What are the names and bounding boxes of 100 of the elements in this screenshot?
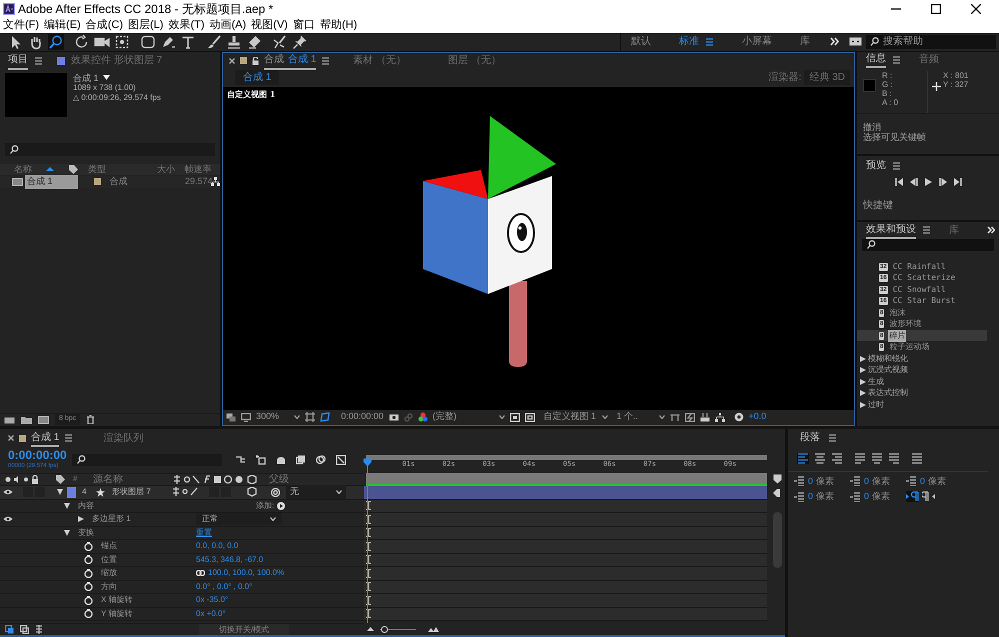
- help-search-field[interactable]: 搜索帮助: [866, 34, 996, 49]
- layer-duration-bar[interactable]: [364, 486, 767, 500]
- tag-icon[interactable]: [56, 474, 65, 484]
- effect-item[interactable]: 泡沫: [888, 306, 906, 319]
- panel-menu-icon[interactable]: [828, 432, 837, 443]
- effect-item[interactable]: 粒子运动场: [888, 341, 930, 354]
- panel-menu-icon[interactable]: [922, 225, 931, 236]
- spacing-field[interactable]: 0 像素: [808, 490, 834, 504]
- justify-center-icon[interactable]: [871, 453, 883, 464]
- space-after-icon[interactable]: [850, 492, 861, 502]
- align-left-icon[interactable]: [797, 453, 809, 464]
- justify-all-icon[interactable]: [911, 453, 923, 464]
- search-input[interactable]: 搜索帮助: [883, 34, 991, 49]
- av-switches-icon[interactable]: [4, 474, 40, 484]
- close-icon[interactable]: [229, 58, 235, 64]
- panel-menu-icon[interactable]: [34, 56, 43, 66]
- column-header[interactable]: 帧速率: [184, 162, 212, 176]
- effect-category[interactable]: 过时: [868, 398, 884, 411]
- effect-item[interactable]: CC Star Burst: [892, 295, 956, 308]
- grid-icon[interactable]: [305, 412, 315, 422]
- motion-blur-icon[interactable]: [316, 454, 326, 465]
- stopwatch-icon[interactable]: [84, 568, 93, 578]
- breadcrumb-tab[interactable]: 合成 1: [235, 70, 280, 86]
- right-to-left-icon[interactable]: [922, 491, 935, 502]
- marker-icon[interactable]: [772, 474, 782, 484]
- menu-item[interactable]: 窗口: [292, 16, 315, 34]
- rotate-icon[interactable]: [74, 34, 90, 50]
- effect-item[interactable]: CC Rainfall: [892, 260, 947, 273]
- menu-item[interactable]: 视图(V): [251, 16, 288, 34]
- spacing-field[interactable]: 0 像素: [864, 490, 890, 504]
- panel-tab[interactable]: 音频: [919, 52, 939, 68]
- stopwatch-icon[interactable]: [84, 596, 93, 605]
- menu-item[interactable]: 帮助(H): [320, 16, 358, 34]
- layer-button-icon[interactable]: [20, 625, 29, 634]
- exposure-icon[interactable]: [734, 412, 744, 422]
- magnifier-icon[interactable]: [48, 34, 64, 50]
- workspace-tab[interactable]: 标准: [679, 34, 699, 50]
- camera-icon[interactable]: [388, 413, 399, 422]
- region-icon[interactable]: [510, 412, 520, 422]
- menu-item[interactable]: 图层(L): [128, 16, 164, 34]
- justify-left-icon[interactable]: [854, 453, 866, 464]
- effect-category[interactable]: 表达式控制: [868, 387, 908, 400]
- effect-item[interactable]: 波形环境: [888, 318, 922, 330]
- flowchart-icon[interactable]: [714, 412, 725, 422]
- first-frame-icon[interactable]: [894, 178, 902, 186]
- text-tool-icon[interactable]: [180, 34, 196, 50]
- color-channels-icon[interactable]: [418, 412, 428, 422]
- last-frame-icon[interactable]: [954, 178, 962, 186]
- property-value[interactable]: 0x +0.0°: [196, 608, 226, 620]
- keyframe-marker-icon[interactable]: [366, 596, 371, 605]
- panel-toggle-icon[interactable]: [849, 37, 862, 46]
- timeline-tab[interactable]: 渲染队列: [103, 430, 144, 446]
- toggle-pixel-icon[interactable]: [670, 412, 680, 422]
- keyframe-marker-icon[interactable]: [366, 568, 371, 578]
- transparency-grid-icon[interactable]: [524, 412, 535, 422]
- chevrons-icon[interactable]: [830, 37, 839, 46]
- menu-item[interactable]: 效果(T): [168, 16, 204, 34]
- indent-left-icon[interactable]: [794, 476, 805, 486]
- eye-icon[interactable]: [3, 516, 13, 522]
- timeline-icon[interactable]: [700, 412, 710, 422]
- expand-triangle-icon[interactable]: [64, 502, 70, 509]
- expand-triangle-icon[interactable]: [64, 530, 70, 536]
- zoom-in-icon[interactable]: [428, 626, 439, 632]
- column-header[interactable]: 名称: [14, 162, 32, 176]
- property-value[interactable]: 100.0, 100.0, 100.0%: [208, 567, 284, 580]
- spacing-field[interactable]: 0 像素: [808, 474, 834, 488]
- rounded-square-icon[interactable]: [140, 34, 156, 50]
- resolution-dropdown[interactable]: (完整): [432, 410, 505, 424]
- column-header[interactable]: 源名称: [93, 472, 173, 487]
- new-composition-icon[interactable]: [38, 416, 49, 424]
- menu-item[interactable]: 文件(F): [3, 16, 40, 34]
- trash-icon[interactable]: [86, 415, 96, 424]
- sort-up-icon[interactable]: [46, 167, 54, 172]
- draft-3d-icon[interactable]: [256, 454, 266, 465]
- playhead-icon[interactable]: [363, 458, 372, 467]
- align-center-icon[interactable]: [814, 453, 826, 464]
- column-header[interactable]: 大小: [157, 162, 175, 176]
- zoom-out-icon[interactable]: [367, 627, 374, 631]
- time-navigator-bar[interactable]: [366, 454, 767, 460]
- play-icon[interactable]: [924, 178, 932, 186]
- monitor-icon[interactable]: [241, 412, 251, 422]
- mask-outline-icon[interactable]: [320, 412, 330, 422]
- workspace-menu-icon[interactable]: [705, 36, 714, 47]
- stamp-icon[interactable]: [226, 34, 242, 50]
- next-frame-icon[interactable]: [938, 178, 946, 186]
- eye-icon[interactable]: [3, 489, 13, 496]
- exposure-value[interactable]: +0.0: [748, 410, 766, 424]
- eraser-icon[interactable]: [246, 34, 262, 50]
- panel-menu-icon[interactable]: [64, 433, 74, 444]
- indent-first-line-icon[interactable]: [850, 476, 861, 486]
- zoom-dropdown[interactable]: 300%: [256, 410, 300, 424]
- interpret-footage-icon[interactable]: [4, 416, 15, 424]
- link-icon[interactable]: [196, 570, 205, 576]
- renderer-button[interactable]: 经典 3D: [804, 70, 850, 86]
- viewer-tab[interactable]: 图层 （无）: [448, 53, 501, 68]
- view-dropdown[interactable]: 自定义视图 1: [544, 410, 608, 424]
- spacing-field[interactable]: 0 像素: [864, 474, 890, 488]
- toggle-modes-button[interactable]: 切换开关/模式: [199, 624, 290, 636]
- stopwatch-icon[interactable]: [84, 542, 93, 551]
- stopwatch-icon[interactable]: [84, 555, 93, 564]
